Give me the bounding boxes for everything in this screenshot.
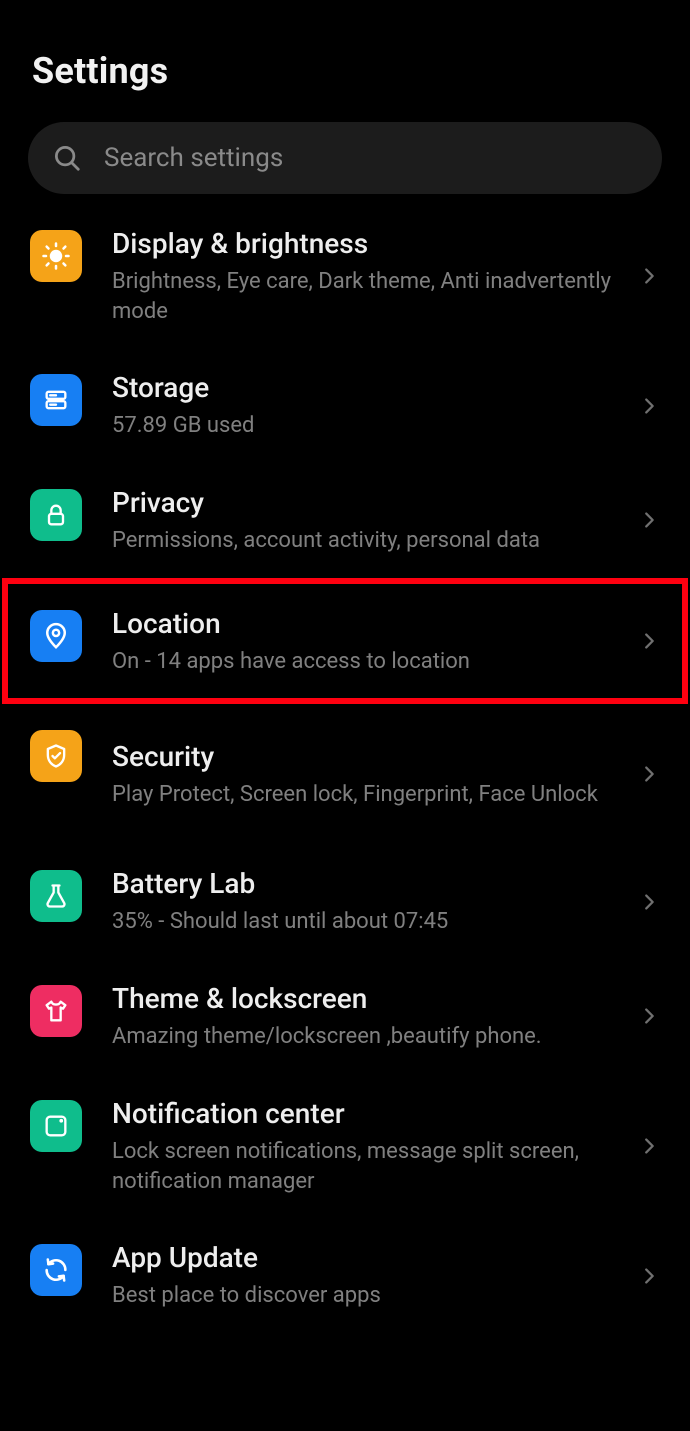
settings-list: Display & brightness Brightness, Eye car… xyxy=(28,204,662,1333)
settings-item-title: Battery Lab xyxy=(112,866,626,901)
settings-item-title: Theme & lockscreen xyxy=(112,981,626,1016)
highlight-annotation: Location On - 14 apps have access to loc… xyxy=(2,578,688,705)
settings-item-location[interactable]: Location On - 14 apps have access to loc… xyxy=(28,584,662,699)
chevron-right-icon xyxy=(638,1005,660,1027)
settings-item-title: Privacy xyxy=(112,485,626,520)
settings-item-privacy[interactable]: Privacy Permissions, account activity, p… xyxy=(28,463,662,578)
chevron-right-icon xyxy=(638,265,660,287)
settings-item-subtitle: 57.89 GB used xyxy=(112,411,626,441)
settings-item-text: Notification center Lock screen notifica… xyxy=(82,1096,638,1196)
sun-icon xyxy=(30,230,82,282)
settings-item-title: App Update xyxy=(112,1240,626,1275)
chevron-right-icon xyxy=(638,1265,660,1287)
location-pin-icon xyxy=(30,610,82,662)
chevron-right-icon xyxy=(638,1135,660,1157)
lock-icon xyxy=(30,489,82,541)
settings-item-security[interactable]: Security Play Protect, Screen lock, Fing… xyxy=(28,704,662,844)
settings-item-text: Theme & lockscreen Amazing theme/lockscr… xyxy=(82,981,638,1052)
settings-item-theme[interactable]: Theme & lockscreen Amazing theme/lockscr… xyxy=(28,959,662,1074)
settings-item-text: Privacy Permissions, account activity, p… xyxy=(82,485,638,556)
settings-item-subtitle: Best place to discover apps xyxy=(112,1281,626,1311)
square-dot-icon xyxy=(30,1100,82,1152)
settings-item-title: Location xyxy=(112,606,626,641)
settings-item-subtitle: Play Protect, Screen lock, Fingerprint, … xyxy=(112,780,626,810)
chevron-right-icon xyxy=(638,395,660,417)
settings-item-title: Security xyxy=(112,739,626,774)
settings-item-subtitle: On - 14 apps have access to location xyxy=(112,647,626,677)
settings-item-subtitle: Amazing theme/lockscreen ,beautify phone… xyxy=(112,1022,626,1052)
chevron-right-icon xyxy=(638,763,660,785)
shield-icon xyxy=(30,730,82,782)
chevron-right-icon xyxy=(638,891,660,913)
settings-item-subtitle: 35% - Should last until about 07:45 xyxy=(112,907,626,937)
settings-item-appupdate[interactable]: App Update Best place to discover apps xyxy=(28,1218,662,1333)
page-title: Settings xyxy=(28,0,662,122)
settings-item-text: Security Play Protect, Screen lock, Fing… xyxy=(82,739,638,810)
settings-item-text: Storage 57.89 GB used xyxy=(82,370,638,441)
settings-item-text: Location On - 14 apps have access to loc… xyxy=(82,606,638,677)
settings-item-title: Display & brightness xyxy=(112,226,626,261)
refresh-icon xyxy=(30,1244,82,1296)
search-placeholder: Search settings xyxy=(104,143,283,173)
chevron-right-icon xyxy=(638,630,660,652)
search-icon xyxy=(52,143,82,173)
tshirt-icon xyxy=(30,985,82,1037)
settings-item-display[interactable]: Display & brightness Brightness, Eye car… xyxy=(28,204,662,348)
search-bar[interactable]: Search settings xyxy=(28,122,662,194)
settings-item-text: Battery Lab 35% - Should last until abou… xyxy=(82,866,638,937)
settings-item-text: App Update Best place to discover apps xyxy=(82,1240,638,1311)
settings-item-text: Display & brightness Brightness, Eye car… xyxy=(82,226,638,326)
chevron-right-icon xyxy=(638,509,660,531)
settings-item-subtitle: Brightness, Eye care, Dark theme, Anti i… xyxy=(112,267,626,326)
settings-item-subtitle: Permissions, account activity, personal … xyxy=(112,526,626,556)
flask-icon xyxy=(30,870,82,922)
settings-item-subtitle: Lock screen notifications, message split… xyxy=(112,1137,626,1196)
settings-item-storage[interactable]: Storage 57.89 GB used xyxy=(28,348,662,463)
settings-screen: Settings Search settings Display & brigh… xyxy=(0,0,690,1353)
settings-item-battery[interactable]: Battery Lab 35% - Should last until abou… xyxy=(28,844,662,959)
storage-icon xyxy=(30,374,82,426)
settings-item-title: Storage xyxy=(112,370,626,405)
settings-item-notification[interactable]: Notification center Lock screen notifica… xyxy=(28,1074,662,1218)
settings-item-title: Notification center xyxy=(112,1096,626,1131)
